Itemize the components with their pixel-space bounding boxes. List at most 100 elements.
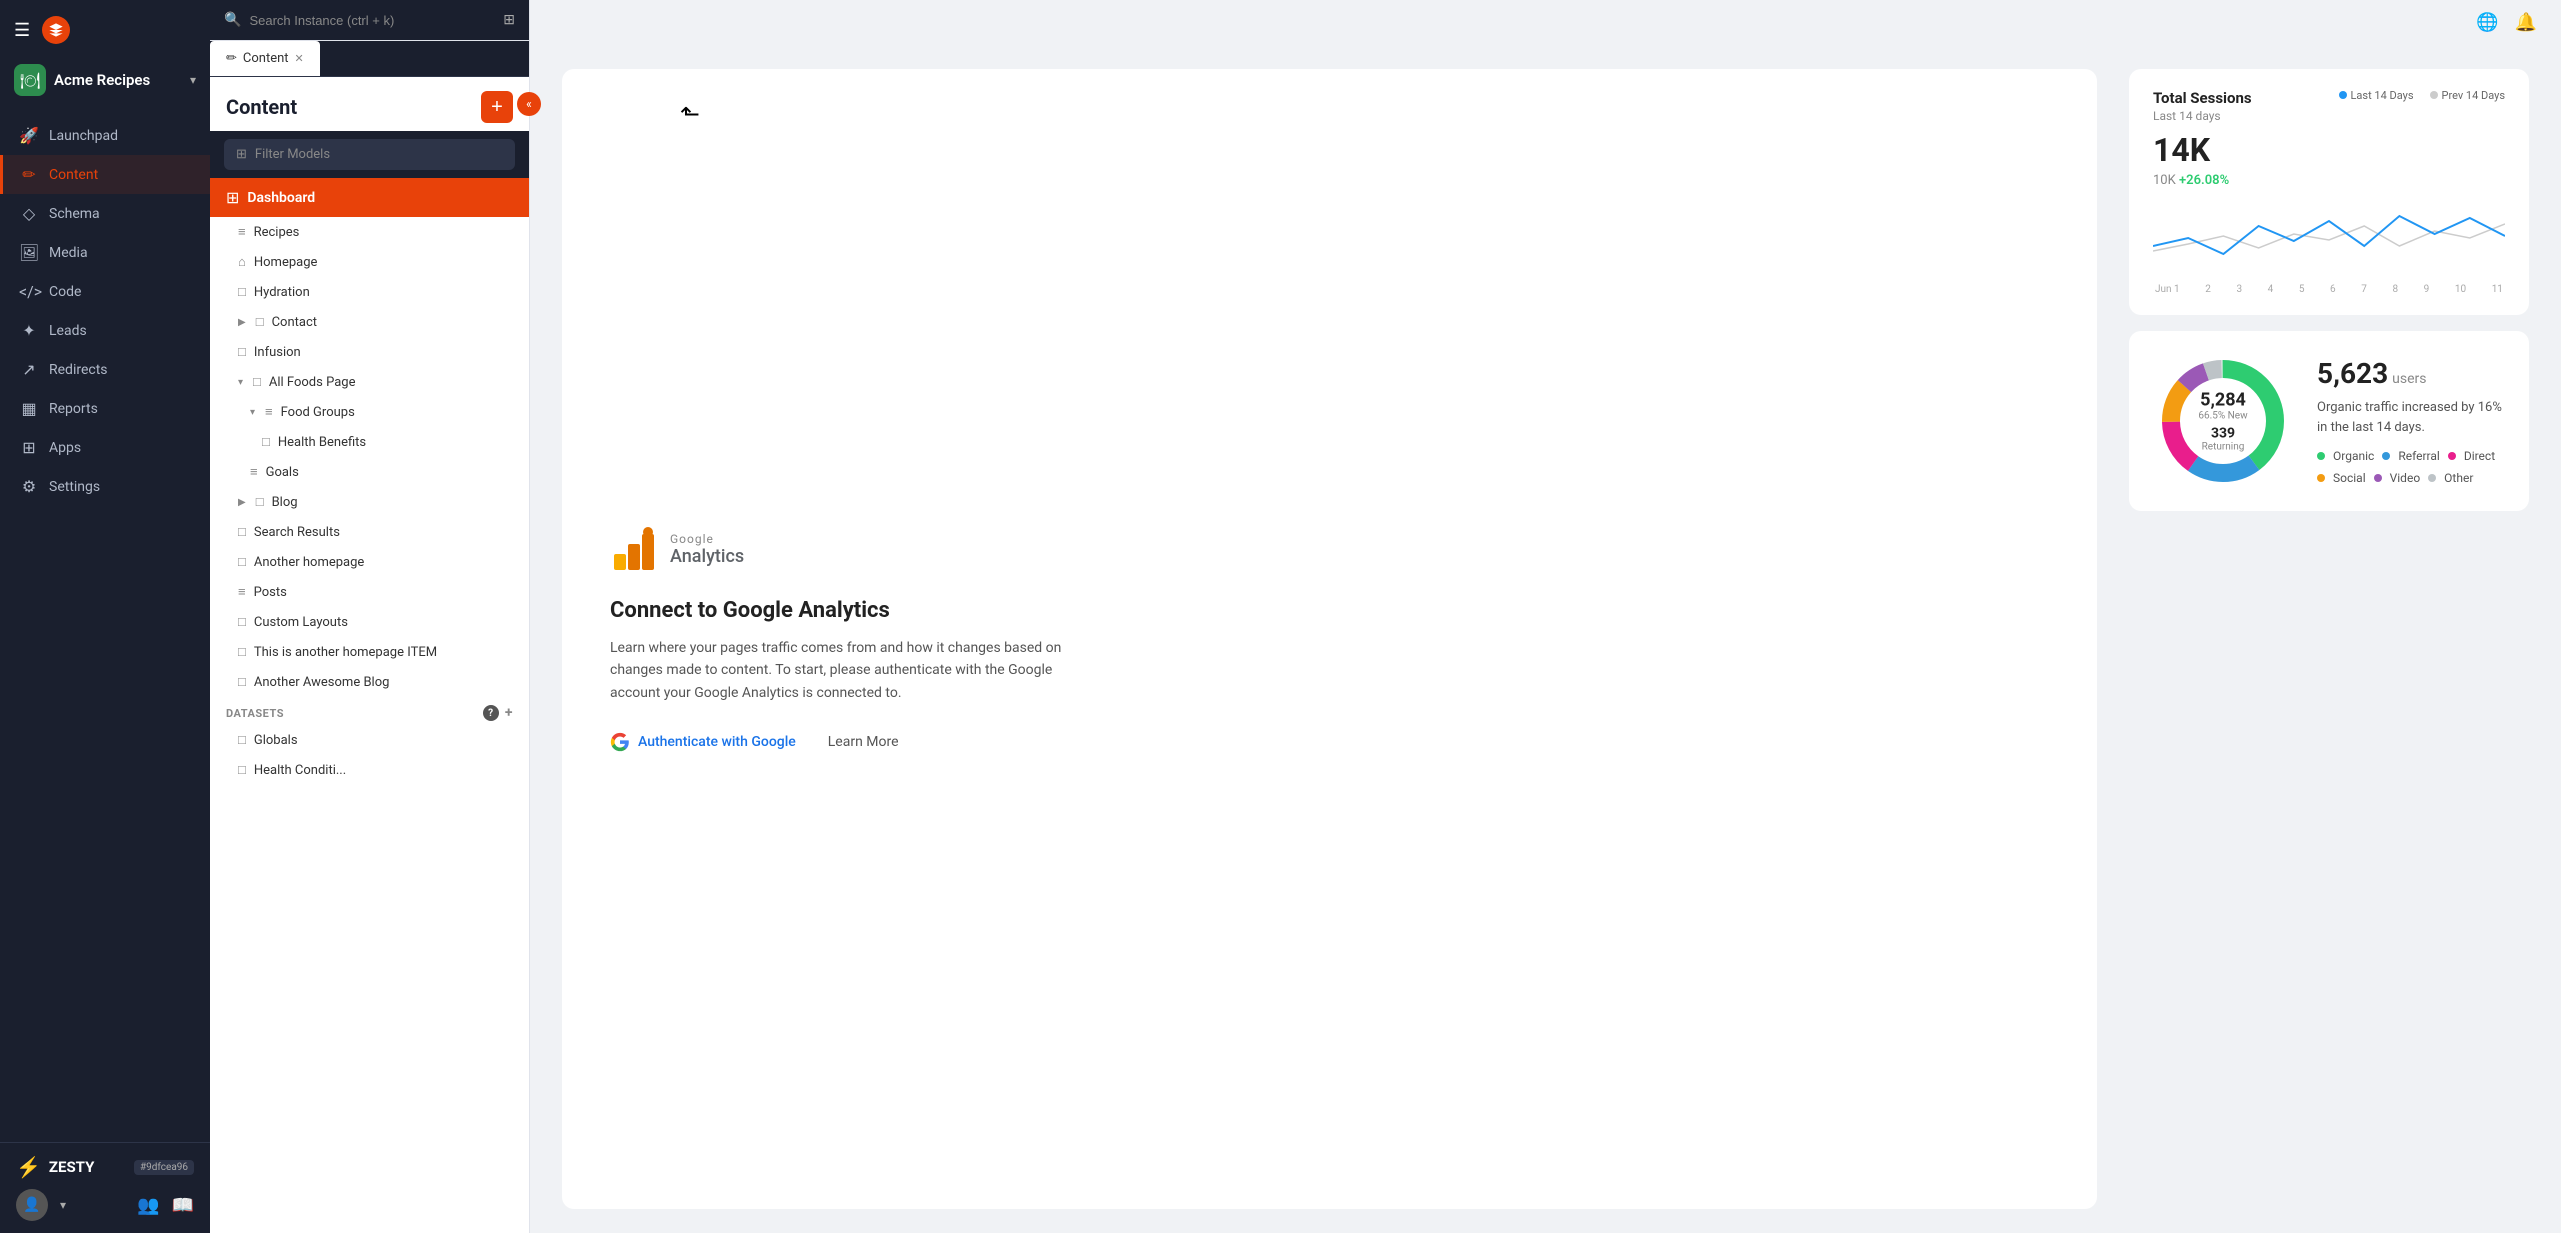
sidebar-item-apps[interactable]: ⊞ Apps — [0, 428, 210, 467]
code-icon: </> — [19, 282, 39, 301]
filter-models-input[interactable]: ⊞ Filter Models — [224, 139, 515, 170]
users-label: users — [2392, 371, 2426, 387]
another-homepage-icon: □ — [238, 554, 246, 570]
donut-returning-count: 339 — [2198, 426, 2247, 442]
users-card: 5,284 66.5% New 339 Returning 5,623 user… — [2129, 331, 2529, 511]
item-label: Contact — [272, 315, 317, 330]
sidebar-item-content[interactable]: ✏ Content — [0, 155, 210, 194]
infusion-icon: □ — [238, 344, 246, 360]
sidebar-item-code[interactable]: </> Code — [0, 272, 210, 311]
dashboard-item[interactable]: ⊞ Dashboard — [210, 178, 529, 217]
brand-chevron-icon: ▾ — [190, 73, 196, 87]
goals-icon: ≡ — [250, 464, 258, 480]
google-g-icon — [610, 732, 630, 752]
item-label: Custom Layouts — [254, 615, 348, 630]
list-item-globals[interactable]: □ Globals — [210, 725, 529, 755]
users-total: 5,623 — [2317, 357, 2388, 390]
user-chevron-icon[interactable]: ▾ — [60, 1198, 66, 1212]
other-dot — [2428, 474, 2436, 482]
list-item-another-homepage-item[interactable]: □ This is another homepage ITEM — [210, 637, 529, 667]
main-body: ⬑ Google Analytics Connect to Google Ana… — [530, 45, 2561, 1233]
datasets-add-icon[interactable]: + — [505, 705, 513, 721]
launchpad-icon: 🚀 — [19, 126, 39, 145]
filter-options-icon[interactable]: ⊞ — [503, 12, 515, 28]
content-tab[interactable]: ✏ Content ✕ — [210, 41, 320, 76]
redirects-icon: ↗ — [19, 360, 39, 379]
another-homepage-item-icon: □ — [238, 644, 246, 660]
list-item-recipes[interactable]: ≡ Recipes — [210, 217, 529, 247]
sidebar-item-leads[interactable]: ✦ Leads — [0, 311, 210, 350]
list-item-blog[interactable]: ▶ □ Blog — [210, 487, 529, 517]
video-dot — [2374, 474, 2382, 482]
add-content-button[interactable]: + — [481, 91, 513, 123]
list-item-homepage[interactable]: ⌂ Homepage — [210, 247, 529, 277]
bell-icon[interactable]: 🔔 — [2515, 12, 2537, 33]
all-foods-chevron-icon: ▾ — [238, 377, 243, 388]
collapse-panel-button[interactable]: « — [517, 92, 541, 116]
list-item-health-conditions[interactable]: □ Health Conditi... — [210, 755, 529, 785]
list-item-goals[interactable]: ≡ Goals — [210, 457, 529, 487]
book-icon[interactable]: 📖 — [172, 1195, 194, 1216]
content-panel-title: Content — [226, 95, 297, 119]
list-item-another-homepage[interactable]: □ Another homepage — [210, 547, 529, 577]
sidebar-item-launchpad[interactable]: 🚀 Launchpad — [0, 116, 210, 155]
list-item-contact[interactable]: ▶ □ Contact — [210, 307, 529, 337]
blog-chevron-icon: ▶ — [238, 497, 246, 508]
list-item-all-foods[interactable]: ▾ □ All Foods Page — [210, 367, 529, 397]
user-avatar[interactable]: 👤 — [16, 1189, 48, 1221]
users-legend: Organic Referral Direct Social — [2317, 449, 2505, 485]
list-item-hydration[interactable]: □ Hydration — [210, 277, 529, 307]
content-list: ≡ Recipes ⌂ Homepage □ Hydration ▶ □ Con… — [210, 217, 529, 1233]
media-icon: 🖼 — [19, 243, 39, 262]
zesty-z-icon: ⚡ — [16, 1155, 41, 1179]
list-item-another-awesome-blog[interactable]: □ Another Awesome Blog — [210, 667, 529, 697]
tab-close-icon[interactable]: ✕ — [295, 52, 304, 65]
referral-dot — [2382, 452, 2390, 460]
list-item-posts[interactable]: ≡ Posts — [210, 577, 529, 607]
ga-text: Google Analytics — [670, 532, 744, 567]
donut-returning-label: Returning — [2198, 442, 2247, 453]
google-analytics-logo: Google Analytics — [610, 526, 744, 574]
item-label: Recipes — [254, 225, 300, 240]
item-label: Health Benefits — [278, 435, 366, 450]
sidebar-item-settings[interactable]: ⚙ Settings — [0, 467, 210, 506]
donut-new-count: 5,284 — [2198, 390, 2247, 411]
datasets-section-header: DATASETS ? + — [210, 697, 529, 725]
sessions-header: Total Sessions Last 14 days Last 14 Days… — [2153, 89, 2505, 123]
authenticate-google-button[interactable]: Authenticate with Google — [610, 732, 796, 752]
sidebar-item-label: Redirects — [49, 362, 108, 378]
posts-icon: ≡ — [238, 584, 246, 600]
contact-icon: □ — [256, 314, 264, 330]
tab-label: Content — [243, 51, 289, 66]
globe-icon[interactable]: 🌐 — [2476, 12, 2498, 33]
sidebar-item-media[interactable]: 🖼 Media — [0, 233, 210, 272]
item-label: Posts — [254, 585, 287, 600]
list-item-infusion[interactable]: □ Infusion — [210, 337, 529, 367]
globals-icon: □ — [238, 732, 246, 748]
sidebar-item-reports[interactable]: ▦ Reports — [0, 389, 210, 428]
sidebar-item-schema[interactable]: ◇ Schema — [0, 194, 210, 233]
hamburger-icon[interactable]: ☰ — [14, 20, 30, 41]
item-label: Homepage — [254, 255, 318, 270]
learn-more-link[interactable]: Learn More — [828, 734, 899, 750]
sessions-value: 14K — [2153, 131, 2505, 169]
list-item-food-groups[interactable]: ▾ ≡ Food Groups — [210, 397, 529, 427]
list-item-search-results[interactable]: □ Search Results — [210, 517, 529, 547]
cursor-indicator: ⬑ — [680, 100, 700, 128]
brand-row[interactable]: 🍽 Acme Recipes ▾ — [0, 60, 210, 108]
sidebar-item-redirects[interactable]: ↗ Redirects — [0, 350, 210, 389]
list-item-custom-layouts[interactable]: □ Custom Layouts — [210, 607, 529, 637]
stats-panel: Total Sessions Last 14 days Last 14 Days… — [2129, 69, 2529, 1209]
brand-icon: 🍽 — [14, 64, 46, 96]
datasets-info-icon[interactable]: ? — [483, 705, 499, 721]
direct-label: Direct — [2464, 449, 2495, 463]
sessions-change-pct: +26.08% — [2179, 173, 2229, 188]
brand-name: Acme Recipes — [54, 71, 182, 89]
content-icon: ✏ — [19, 165, 39, 184]
datasets-label: DATASETS — [226, 707, 284, 720]
search-input[interactable] — [249, 13, 495, 28]
item-label: Another homepage — [254, 555, 364, 570]
add-user-icon[interactable]: 👥 — [137, 1195, 159, 1216]
list-item-health-benefits[interactable]: □ Health Benefits — [210, 427, 529, 457]
food-groups-icon: ≡ — [265, 404, 273, 420]
